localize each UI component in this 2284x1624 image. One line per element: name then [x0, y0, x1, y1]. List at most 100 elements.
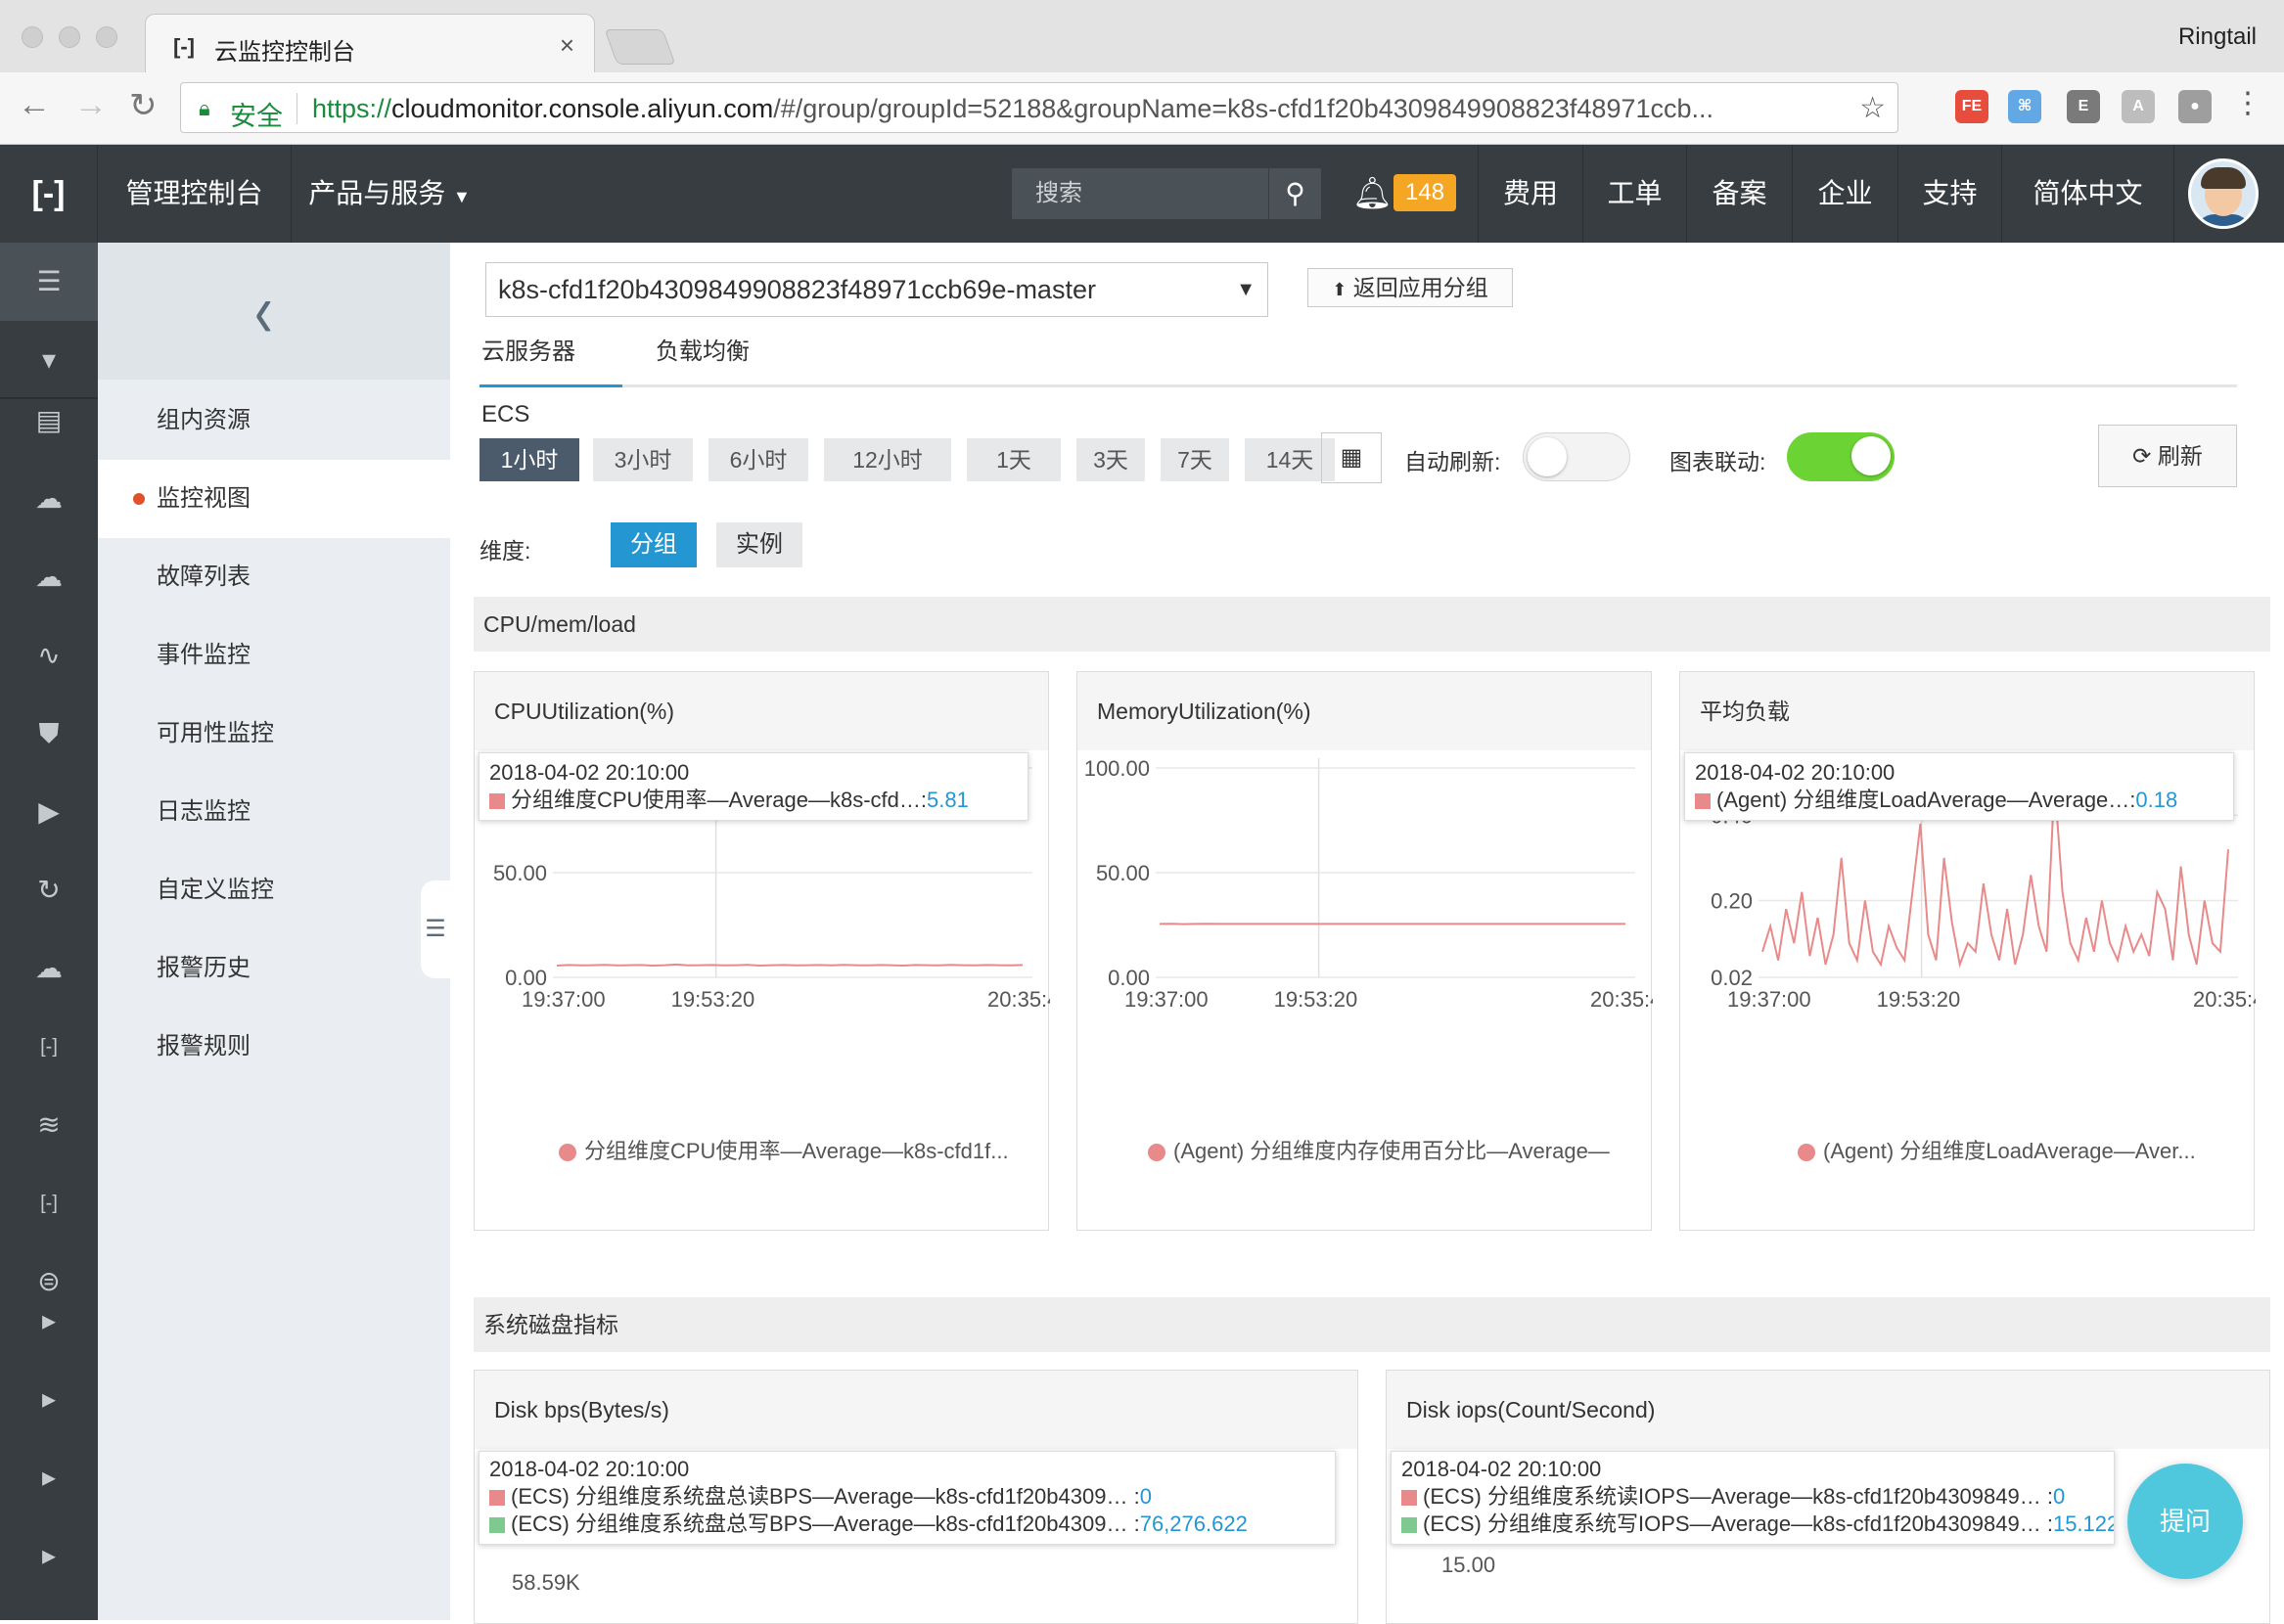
calendar-icon[interactable]: ▦	[1321, 432, 1382, 483]
legend-dot	[1148, 1144, 1165, 1161]
tickets-link[interactable]: 工单	[1583, 145, 1687, 243]
collapse-sidebar-icon[interactable]: ☰	[421, 880, 450, 978]
submenu-custom-monitor[interactable]: 自定义监控	[98, 851, 450, 929]
ask-question-button[interactable]: 提问	[2127, 1464, 2243, 1579]
submenu-back-area[interactable]: ‹	[98, 243, 450, 380]
y-tick-label: 50.00	[1096, 861, 1150, 885]
server-icon[interactable]: ▤	[0, 382, 98, 460]
support-link[interactable]: 支持	[1898, 145, 2002, 243]
forward-arrow-icon[interactable]: →	[74, 86, 108, 124]
language-link[interactable]: 简体中文	[2002, 145, 2174, 243]
zoom-window-icon[interactable]	[96, 26, 117, 48]
reload-icon[interactable]: ↻	[129, 86, 158, 125]
fees-link[interactable]: 费用	[1478, 145, 1583, 243]
angular-extension-icon[interactable]: A	[2122, 90, 2155, 123]
submenu-alarm-history[interactable]: 报警历史	[98, 929, 450, 1008]
time-range-7[interactable]: 7天	[1161, 438, 1229, 481]
url-text[interactable]: https://cloudmonitor.console.aliyun.com/…	[312, 94, 1858, 124]
bracket-icon[interactable]: [-]	[0, 1008, 98, 1086]
return-to-group-button[interactable]: ⬆ 返回应用分组	[1307, 268, 1513, 307]
cloud-sync-icon[interactable]: ☁	[0, 929, 98, 1008]
fe-extension-icon[interactable]: FE	[1955, 90, 1988, 123]
aliyun-logo-icon[interactable]: [-]	[0, 145, 98, 243]
console-home-link[interactable]: 管理控制台	[98, 145, 292, 243]
wave-icon[interactable]: ∿	[0, 616, 98, 695]
expand-right-icon-2[interactable]: ▸	[0, 1360, 98, 1438]
submenu-log-monitor[interactable]: 日志监控	[98, 773, 450, 851]
dimension-instance-button[interactable]: 实例	[716, 522, 802, 567]
group-select[interactable]: k8s-cfd1f20b4309849908823f48971ccb69e-ma…	[485, 262, 1268, 317]
cloud-upload-icon[interactable]: ☁	[0, 460, 98, 538]
translate-extension-icon[interactable]: ⌘	[2008, 90, 2041, 123]
submenu-fault-list[interactable]: 故障列表	[98, 538, 450, 616]
refresh-button[interactable]: ⟳ 刷新	[2098, 425, 2237, 487]
dimension-group-button[interactable]: 分组	[611, 522, 697, 567]
submenu-alarm-rules[interactable]: 报警规则	[98, 1008, 450, 1086]
bracket-icon-2[interactable]: [-]	[0, 1164, 98, 1242]
tooltip-time: 2018-04-02 20:10:00	[1695, 759, 2223, 787]
expand-right-icon-4[interactable]: ▸	[0, 1516, 98, 1595]
load-chart-legend[interactable]: (Agent) 分组维度LoadAverage—Aver...	[1798, 1134, 2248, 1165]
time-range-2[interactable]: 3小时	[593, 438, 693, 481]
expand-right-icon-3[interactable]: ▸	[0, 1438, 98, 1516]
tab-ecs[interactable]: 云服务器ECS	[480, 321, 622, 387]
time-range-6[interactable]: 3天	[1076, 438, 1145, 481]
cloud-refresh-icon[interactable]: ↻	[0, 851, 98, 929]
memory-chart-legend[interactable]: (Agent) 分组维度内存使用百分比—Average—	[1148, 1134, 1647, 1165]
layers-icon[interactable]: ≋	[0, 1086, 98, 1164]
evernote-extension-icon[interactable]: E	[2067, 90, 2100, 123]
browser-tab[interactable]: [-] 云监控控制台 ×	[145, 14, 595, 74]
time-range-1[interactable]: 1小时	[480, 438, 579, 481]
bell-icon[interactable]: 🔔︎	[1352, 174, 1393, 211]
close-window-icon[interactable]	[22, 26, 43, 48]
legend-dot	[1798, 1144, 1815, 1161]
record-extension-icon[interactable]: ●	[2178, 90, 2212, 123]
play-circle-icon[interactable]: ▶	[0, 773, 98, 851]
browser-menu-icon[interactable]: ⋮	[2233, 86, 2262, 120]
back-arrow-icon[interactable]: ←	[18, 86, 51, 124]
menu-icon[interactable]: ☰	[0, 243, 98, 321]
bookmark-star-icon[interactable]: ☆	[1859, 91, 1886, 125]
address-bar[interactable]: 🔒︎ 安全 https://cloudmonitor.console.aliyu…	[180, 82, 1898, 133]
console-topbar: [-] 管理控制台 产品与服务 ▼ ⚲ 🔔︎ 148 费用工单备案企业支持简体中…	[0, 145, 2284, 243]
shield-icon[interactable]: ⛊	[0, 695, 98, 773]
cloud-settings-icon[interactable]: ☁	[0, 538, 98, 616]
submenu-event-monitor[interactable]: 事件监控	[98, 616, 450, 695]
submenu-monitor-view[interactable]: 监控视图	[98, 460, 450, 538]
products-menu[interactable]: 产品与服务 ▼	[292, 145, 487, 243]
chevron-down-icon: ▼	[453, 187, 471, 206]
minimize-window-icon[interactable]	[59, 26, 80, 48]
submenu-label: 可用性监控	[157, 720, 274, 746]
series-swatch	[1695, 793, 1711, 809]
x-tick-label: 19:53:20	[671, 987, 755, 1012]
time-range-3[interactable]: 6小时	[708, 438, 808, 481]
tab-close-icon[interactable]: ×	[560, 30, 574, 61]
search-input[interactable]	[1012, 168, 1266, 219]
memory-chart-card: MemoryUtilization(%) 0.0050.00100.0019:3…	[1076, 671, 1652, 1231]
search-icon[interactable]: ⚲	[1268, 168, 1321, 219]
tab-slb[interactable]: 负载均衡	[656, 321, 763, 387]
time-range-5[interactable]: 1天	[967, 438, 1061, 481]
submenu-availability-monitor[interactable]: 可用性监控	[98, 695, 450, 773]
notification-badge[interactable]: 148	[1393, 174, 1456, 211]
expand-right-icon-1[interactable]: ▸	[0, 1282, 98, 1360]
auto-refresh-toggle[interactable]	[1523, 432, 1630, 481]
x-tick-label: 20:35:45	[1590, 987, 1653, 1012]
chart-link-knob	[1851, 436, 1891, 475]
cpu-chart-legend[interactable]: 分组维度CPU使用率—Average—k8s-cfd1f...	[559, 1134, 1028, 1165]
icp-filing-link[interactable]: 备案	[1687, 145, 1793, 243]
tooltip-value: 15.122	[2053, 1511, 2115, 1536]
submenu-group-resources[interactable]: 组内资源	[98, 382, 450, 460]
tooltip-series-label: (ECS) 分组维度系统盘总写BPS—Average—k8s-cfd1f20b4…	[511, 1511, 1140, 1536]
chevron-left-icon[interactable]: ‹	[254, 265, 273, 354]
chart-link-toggle[interactable]	[1787, 432, 1895, 481]
series-line-0[interactable]	[557, 965, 1023, 966]
time-range-4[interactable]: 12小时	[824, 438, 951, 481]
refresh-label: 刷新	[2158, 443, 2203, 469]
submenu-label: 事件监控	[157, 642, 251, 668]
disk-bps-tooltip: 2018-04-02 20:10:00 (ECS) 分组维度系统盘总读BPS—A…	[479, 1451, 1336, 1545]
avatar[interactable]	[2188, 158, 2259, 229]
enterprise-link[interactable]: 企业	[1793, 145, 1898, 243]
new-tab-button[interactable]	[604, 29, 675, 65]
profile-name[interactable]: Ringtail	[2178, 23, 2257, 51]
